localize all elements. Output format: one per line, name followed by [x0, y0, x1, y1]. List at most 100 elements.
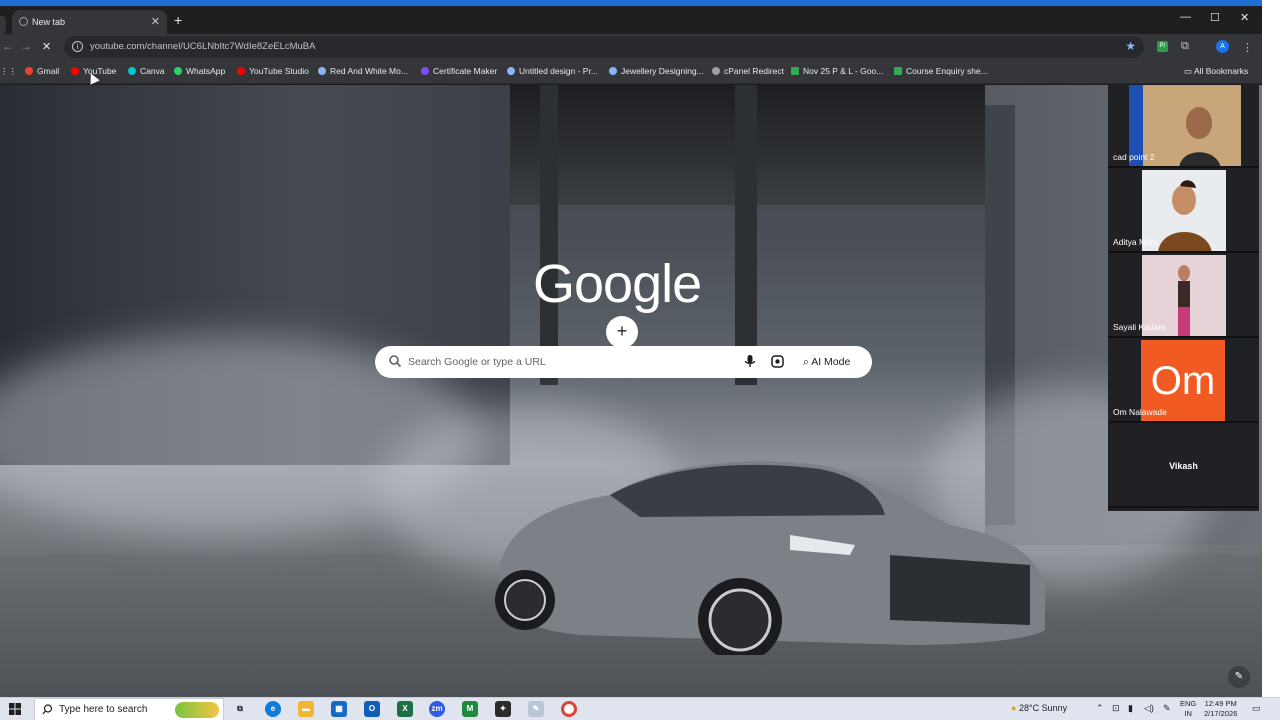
bookmark-label: Course Enquiry she... — [906, 66, 988, 76]
canva-icon — [128, 67, 136, 75]
customize-pencil-icon[interactable]: ✎ — [1228, 666, 1250, 688]
extension-pr-icon[interactable]: Pr — [1157, 41, 1168, 52]
network-icon[interactable]: ⊡ — [1112, 703, 1120, 714]
google-lens-icon[interactable] — [770, 354, 785, 369]
bookmarks-bar: ⋮⋮ Gmail YouTube Canva WhatsApp YouTube … — [0, 60, 1262, 84]
clock[interactable]: 12:49 PM 2/17/2026 — [1204, 699, 1237, 719]
extensions-icon[interactable]: ⧉ — [1181, 40, 1189, 53]
bookmark-certificate-maker[interactable]: Certificate Maker — [421, 66, 497, 76]
language-indicator[interactable]: ENG IN — [1180, 699, 1196, 719]
menu-icon[interactable]: ⋮ — [1242, 41, 1253, 54]
bookmark-cpanel-redirect[interactable]: cPanel Redirect — [712, 66, 784, 76]
car-illustration — [495, 461, 1045, 655]
store-icon[interactable]: ▦ — [331, 701, 347, 717]
profile-avatar[interactable]: A — [1216, 40, 1229, 53]
minimize-icon[interactable]: — — [1180, 11, 1191, 23]
tab-new-tab[interactable]: New tab ✕ — [12, 10, 167, 34]
bookmark-label: WhatsApp — [186, 66, 226, 76]
date-text: 2/17/2026 — [1204, 709, 1238, 718]
outlook-icon[interactable]: O — [364, 701, 380, 717]
participant-tile[interactable]: Om Om Nalawade — [1109, 340, 1258, 423]
all-bookmarks-button[interactable]: ▭ All Bookmarks — [1184, 66, 1248, 77]
participant-name: Vikash — [1169, 461, 1198, 471]
maximize-icon[interactable]: ☐ — [1210, 11, 1220, 24]
sheets-icon — [894, 67, 902, 75]
tab-close-icon[interactable]: ✕ — [151, 15, 160, 28]
sheets-app-icon[interactable]: M — [462, 701, 478, 717]
zoom-icon[interactable]: zm — [429, 701, 445, 717]
microphone-tray-icon[interactable]: ▮ — [1128, 703, 1133, 714]
paint-icon[interactable]: ✎ — [528, 701, 544, 717]
search-highlight-icon — [175, 702, 219, 718]
excel-icon[interactable]: X — [397, 701, 413, 717]
time-text: 12:49 PM — [1204, 699, 1237, 708]
bookmark-jewellery-designing[interactable]: Jewellery Designing... — [609, 66, 704, 76]
taskbar-search[interactable]: Type here to search — [34, 698, 224, 720]
search-placeholder[interactable]: Search Google or type a URL — [408, 356, 546, 368]
bookmark-label: Canva — [140, 66, 165, 76]
ai-mode-button[interactable]: ⌕ AI Mode — [803, 356, 850, 369]
tab-favicon-icon — [19, 17, 28, 26]
taskbar-search-text[interactable]: Type here to search — [59, 704, 147, 715]
bookmark-youtube-studio[interactable]: YouTube Studio — [237, 66, 309, 76]
tab-strip: New tab ✕ + — ☐ ✕ — [0, 6, 1262, 34]
ai-mode-label: AI Mode — [811, 356, 851, 368]
notifications-icon[interactable]: ▭ — [1252, 703, 1261, 714]
apps-icon[interactable]: ⋮⋮ — [0, 66, 17, 77]
weather-widget[interactable]: ● 28°C Sunny — [1011, 703, 1067, 713]
participant-tile[interactable]: Sayali Kadam — [1109, 255, 1258, 338]
microphone-icon[interactable] — [744, 354, 756, 369]
participant-tile[interactable]: Vikash — [1109, 425, 1258, 508]
back-icon[interactable]: ← — [2, 39, 14, 53]
new-tab-button[interactable]: + — [174, 12, 182, 28]
add-shortcut-button[interactable]: + — [606, 316, 638, 348]
bookmark-label: Gmail — [37, 66, 60, 76]
tab-title: New tab — [32, 17, 66, 27]
youtube-studio-icon — [237, 67, 245, 75]
gmail-icon — [25, 67, 33, 75]
browser-toolbar: ← → ✕ i youtube.com/channel/UC6LNbItc7Wd… — [0, 34, 1262, 60]
bookmark-red-and-white[interactable]: Red And White Mo... — [318, 66, 408, 76]
meeting-video-panel: cad point 2 Aditya More Sayali Kadam Om … — [1108, 85, 1259, 511]
bookmark-label: cPanel Redirect — [724, 66, 785, 76]
windows-start-icon[interactable] — [9, 703, 21, 715]
file-explorer-icon[interactable]: ▬ — [298, 701, 314, 717]
shield-icon — [507, 67, 515, 75]
all-bookmarks-label: All Bookmarks — [1193, 66, 1249, 76]
bookmark-gmail[interactable]: Gmail — [25, 66, 59, 76]
pen-icon[interactable]: ✎ — [1163, 703, 1171, 714]
bookmark-canva[interactable]: Canva — [128, 66, 165, 76]
ai-mode-icon: ⌕ — [803, 356, 812, 368]
bookmark-whatsapp[interactable]: WhatsApp — [174, 66, 225, 76]
certificate-icon — [421, 67, 429, 75]
participant-name: Sayali Kadam — [1113, 322, 1166, 332]
participant-name: cad point 2 — [1113, 152, 1155, 162]
bookmark-label: Red And White Mo... — [330, 66, 408, 76]
screen-edge — [1262, 0, 1280, 720]
bookmark-star-icon[interactable]: ★ — [1125, 39, 1136, 53]
bookmark-label: YouTube Studio — [249, 66, 309, 76]
chrome-icon[interactable] — [561, 701, 577, 717]
url-text[interactable]: youtube.com/channel/UC6LNbItc7WdIe8ZeELc… — [90, 41, 315, 52]
participant-name: Om Nalawade — [1113, 407, 1167, 417]
bookmark-untitled-design[interactable]: Untitled design - Pr... — [507, 66, 598, 76]
forward-icon[interactable]: → — [20, 39, 32, 53]
previous-tab-stub[interactable] — [0, 16, 6, 34]
task-view-icon[interactable]: ⧉ — [232, 701, 248, 717]
participant-tile[interactable]: cad point 2 — [1109, 85, 1258, 168]
inkscape-icon[interactable]: ✦ — [495, 701, 511, 717]
site-info-icon[interactable]: i — [72, 41, 83, 52]
tray-chevron-icon[interactable]: ⌃ — [1096, 703, 1104, 714]
weather-text: 28°C Sunny — [1018, 703, 1068, 713]
volume-icon[interactable]: ◁) — [1144, 703, 1154, 714]
participant-tile[interactable]: Aditya More — [1109, 170, 1258, 253]
bookmark-course-enquiry[interactable]: Course Enquiry she... — [894, 66, 988, 76]
bookmark-nov-25-pl[interactable]: Nov 25 P & L - Goo... — [791, 66, 883, 76]
close-window-icon[interactable]: ✕ — [1240, 11, 1249, 24]
address-bar[interactable]: i youtube.com/channel/UC6LNbItc7WdIe8ZeE… — [64, 36, 1144, 58]
add-shortcut-label: Add shortcut — [598, 358, 646, 368]
edge-icon[interactable]: e — [265, 701, 281, 717]
background-pillar — [735, 85, 757, 385]
participant-name: Aditya More — [1113, 237, 1159, 247]
stop-loading-icon[interactable]: ✕ — [42, 40, 51, 53]
